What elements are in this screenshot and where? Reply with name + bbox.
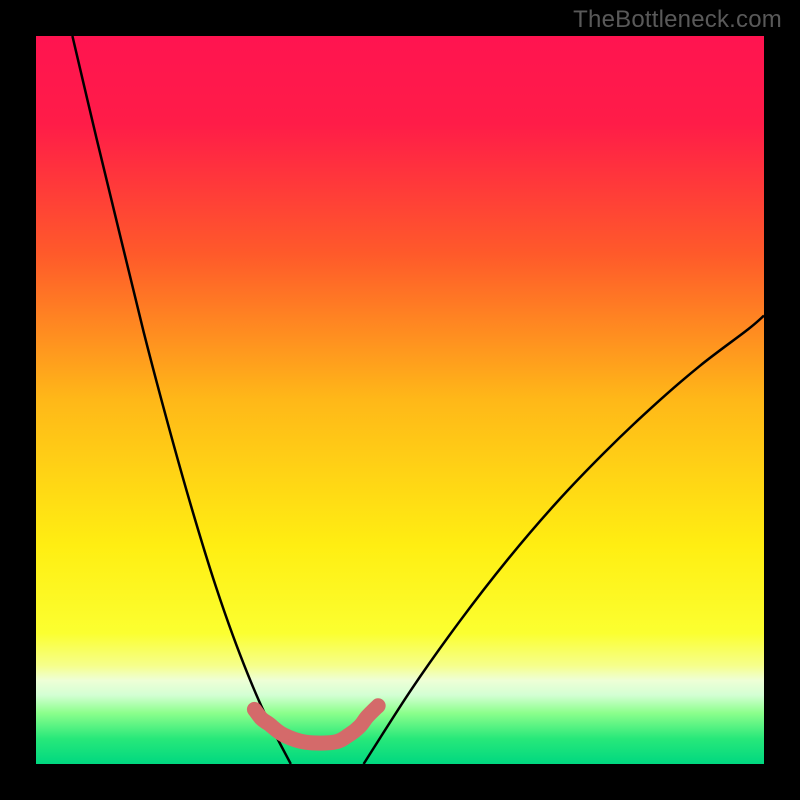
- data-marker: [360, 710, 374, 724]
- chart-svg: [36, 36, 764, 764]
- data-marker: [277, 728, 291, 742]
- data-marker: [327, 735, 341, 749]
- data-marker: [342, 728, 356, 742]
- data-marker: [298, 735, 312, 749]
- plot-area: [36, 36, 764, 764]
- data-marker: [262, 717, 276, 731]
- left-curve: [72, 36, 290, 764]
- watermark-text: TheBottleneck.com: [573, 6, 782, 34]
- right-curve: [364, 316, 764, 764]
- data-marker: [371, 699, 385, 713]
- chart-frame: TheBottleneck.com: [0, 0, 800, 800]
